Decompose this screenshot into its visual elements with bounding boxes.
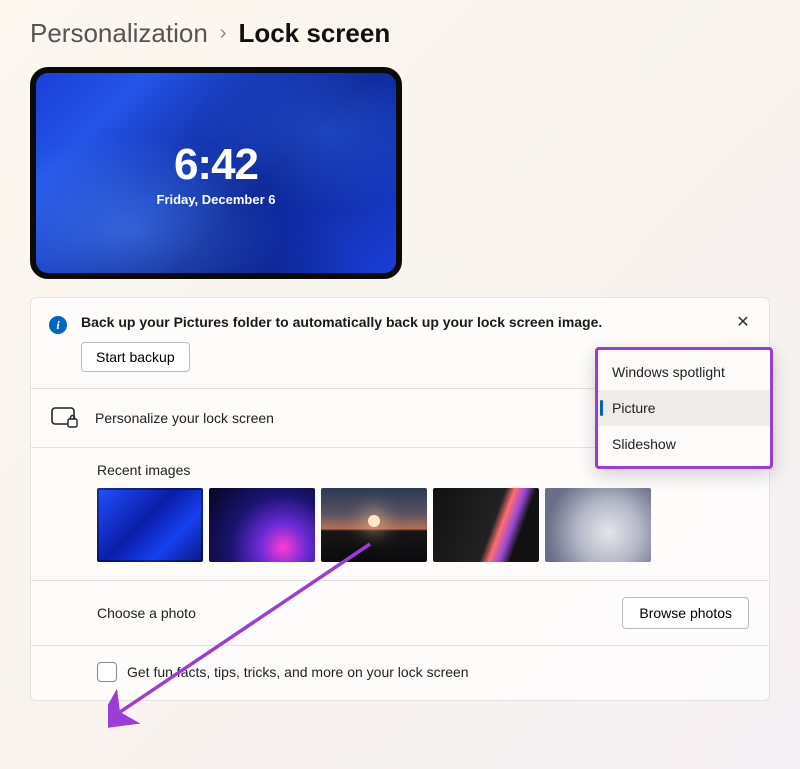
preview-time: 6:42 xyxy=(157,140,276,190)
recent-images-list xyxy=(97,488,749,562)
recent-image-thumb[interactable] xyxy=(545,488,651,562)
settings-panel: i Back up your Pictures folder to automa… xyxy=(30,297,770,701)
recent-image-thumb[interactable] xyxy=(97,488,203,562)
browse-photos-button[interactable]: Browse photos xyxy=(622,597,749,629)
fun-facts-label: Get fun facts, tips, tricks, and more on… xyxy=(127,664,749,680)
breadcrumb-separator: › xyxy=(220,22,227,45)
recent-image-thumb[interactable] xyxy=(433,488,539,562)
fun-facts-checkbox[interactable] xyxy=(97,662,117,682)
breadcrumb-parent[interactable]: Personalization xyxy=(30,18,208,49)
dropdown-option-spotlight[interactable]: Windows spotlight xyxy=(598,354,770,390)
lockscreen-preview: 6:42 Friday, December 6 xyxy=(30,67,402,279)
recent-image-thumb[interactable] xyxy=(209,488,315,562)
dropdown-option-picture[interactable]: Picture xyxy=(598,390,770,426)
personalize-row[interactable]: Personalize your lock screen Windows spo… xyxy=(31,388,769,447)
recent-image-thumb[interactable] xyxy=(321,488,427,562)
breadcrumb-current: Lock screen xyxy=(238,18,390,49)
info-icon: i xyxy=(49,316,67,334)
choose-photo-label: Choose a photo xyxy=(97,605,622,621)
start-backup-button[interactable]: Start backup xyxy=(81,342,190,372)
lockscreen-source-dropdown[interactable]: Windows spotlight Picture Slideshow xyxy=(595,347,773,469)
dropdown-option-slideshow[interactable]: Slideshow xyxy=(598,426,770,462)
breadcrumb: Personalization › Lock screen xyxy=(0,0,800,59)
backup-banner-text: Back up your Pictures folder to automati… xyxy=(81,314,751,330)
preview-date: Friday, December 6 xyxy=(157,192,276,207)
lockscreen-icon xyxy=(51,407,79,429)
choose-photo-row: Choose a photo Browse photos xyxy=(31,580,769,645)
fun-facts-row: Get fun facts, tips, tricks, and more on… xyxy=(31,645,769,700)
close-icon[interactable]: ✕ xyxy=(733,312,753,332)
